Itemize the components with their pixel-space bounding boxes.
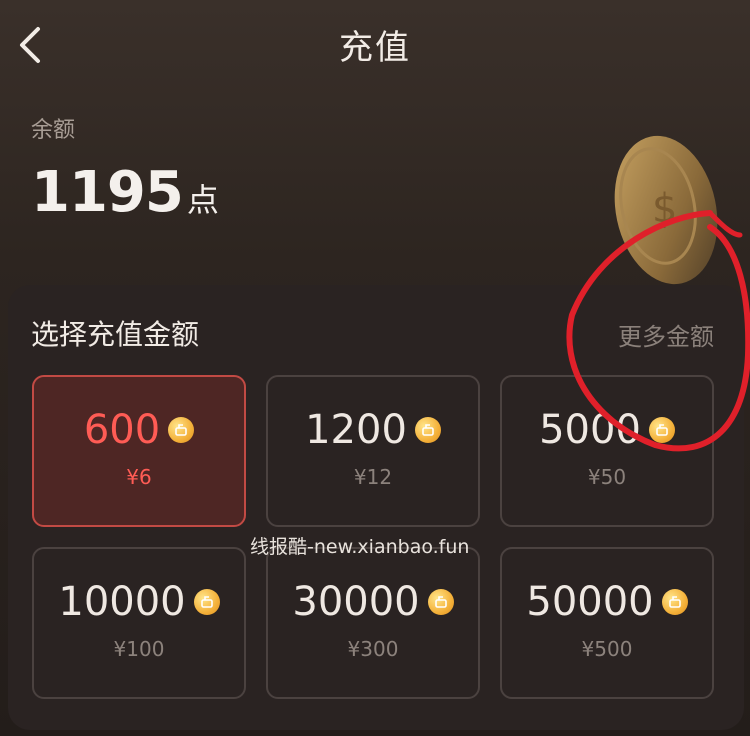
option-amount: 10000 — [58, 579, 186, 625]
page-title: 充值 — [339, 28, 411, 68]
option-amount: 30000 — [292, 579, 420, 625]
panel-title: 选择充值金额 — [31, 318, 200, 351]
option-amount: 600 — [83, 407, 161, 453]
option-price: ¥500 — [581, 637, 633, 661]
coin-icon — [661, 589, 688, 615]
balance-value: 1195 — [31, 160, 184, 225]
option-amount: 1200 — [305, 407, 407, 453]
coin-icon — [193, 589, 220, 615]
option-price: ¥12 — [353, 465, 393, 489]
watermark-text: 线报酷-new.xianbao.fun — [250, 536, 470, 558]
coin-icon — [168, 417, 195, 443]
option-price: ¥50 — [587, 465, 627, 489]
coin-icon — [427, 589, 454, 615]
coin-icon — [414, 417, 441, 443]
balance-unit: 点 — [186, 181, 219, 219]
option-price: ¥300 — [347, 637, 399, 661]
amount-option-1200[interactable]: 1200 ¥12 — [266, 375, 480, 527]
red-annotation-circle — [566, 210, 750, 452]
amount-option-10000[interactable]: 10000 ¥100 — [32, 547, 246, 699]
option-price: ¥100 — [113, 637, 165, 661]
amount-option-50000[interactable]: 50000 ¥500 — [500, 547, 714, 699]
balance-label: 余额 — [31, 118, 76, 143]
option-amount: 50000 — [526, 579, 654, 625]
amount-option-30000[interactable]: 30000 ¥300 — [266, 547, 480, 699]
option-price: ¥6 — [126, 465, 152, 489]
balance-display: 1195 点 — [31, 160, 219, 225]
amount-option-600[interactable]: 600 ¥6 — [32, 375, 246, 527]
header: 充值 — [0, 0, 750, 92]
